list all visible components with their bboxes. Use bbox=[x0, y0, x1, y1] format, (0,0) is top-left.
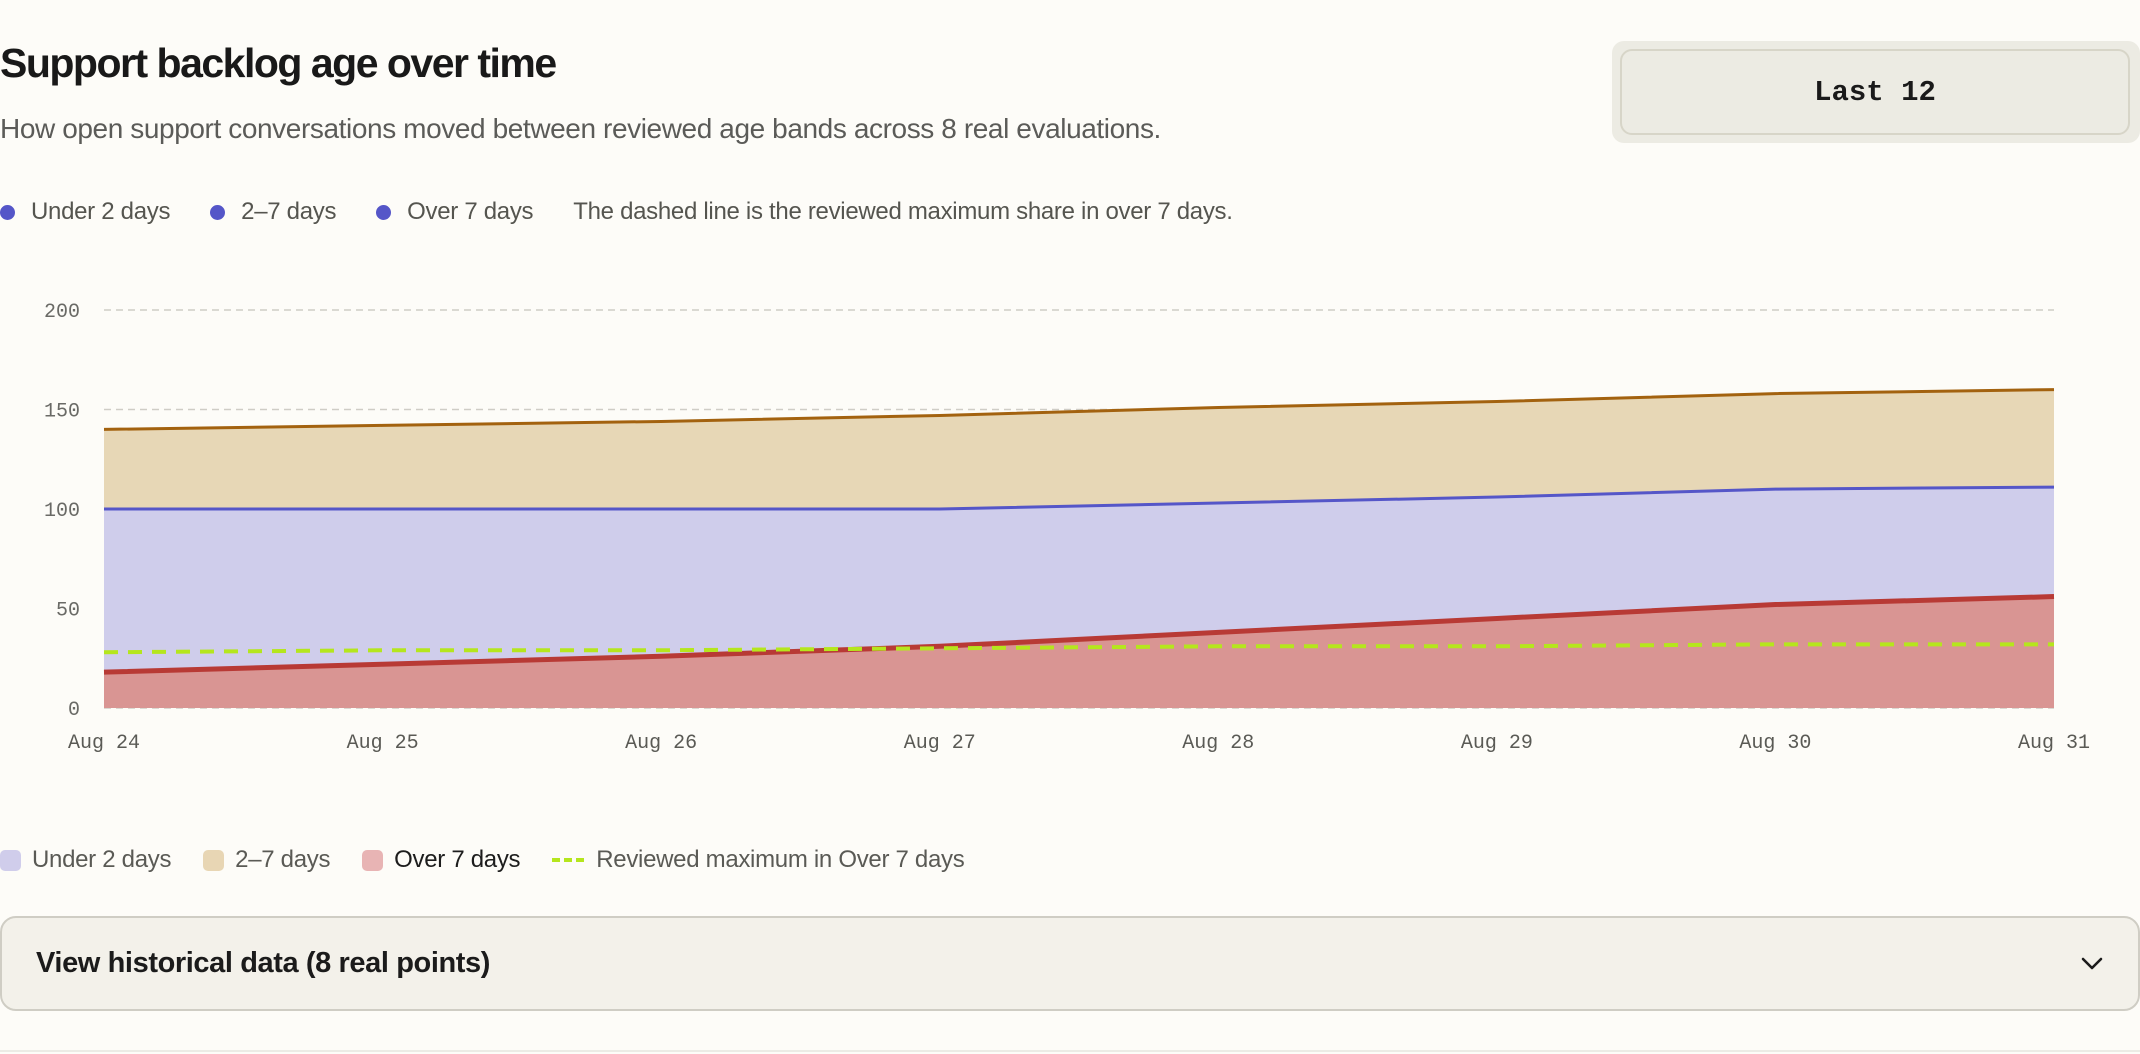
x-tick-label: Aug 24 bbox=[68, 732, 140, 755]
y-tick-label: 100 bbox=[44, 500, 80, 523]
chevron-down-icon bbox=[2080, 952, 2104, 976]
range-button[interactable]: Last 12 bbox=[1620, 49, 2130, 135]
page-title: Support backlog age over time bbox=[0, 40, 557, 86]
legend-dot-icon bbox=[210, 204, 226, 220]
legend-label: Under 2 days bbox=[32, 846, 172, 873]
range-selector: Last 12 bbox=[1612, 41, 2140, 143]
legend-toggle-under-2-days[interactable]: Under 2 days bbox=[0, 846, 171, 874]
x-tick-label: Aug 26 bbox=[625, 732, 697, 755]
legend-toggle-reviewed-maximum[interactable]: Reviewed maximum in Over 7 days bbox=[552, 846, 965, 874]
legend-swatch bbox=[362, 849, 384, 871]
page-subtitle: How open support conversations moved bet… bbox=[0, 113, 1161, 144]
legend-dot-icon bbox=[0, 204, 15, 220]
legend-label: Reviewed maximum in Over 7 days bbox=[596, 846, 965, 873]
top-legend: Under 2 days 2–7 days Over 7 days The da… bbox=[0, 196, 1233, 228]
top-legend-item-under-2-days: Under 2 days bbox=[0, 198, 170, 226]
top-legend-label: 2–7 days bbox=[241, 198, 337, 225]
x-tick-label: Aug 29 bbox=[1461, 732, 1533, 755]
x-tick-label: Aug 31 bbox=[2018, 732, 2090, 755]
legend-toggle-over-7-days[interactable]: Over 7 days bbox=[362, 846, 521, 874]
top-legend-label: Over 7 days bbox=[407, 198, 534, 225]
y-tick-label: 50 bbox=[56, 600, 80, 623]
legend-toggle-2-7-days[interactable]: 2–7 days bbox=[203, 846, 330, 874]
top-legend-item-over-7-days: Over 7 days bbox=[376, 198, 534, 226]
y-tick-label: 200 bbox=[44, 301, 80, 324]
top-legend-item-2-7-days: 2–7 days bbox=[210, 198, 336, 226]
legend-swatch bbox=[0, 849, 21, 871]
stacked-area-chart: 0 50 100 150 200 Aug 24 Aug 25 Aug 26 Aug 27 Aug … bbox=[44, 301, 2090, 755]
legend-note: The dashed line is the reviewed maximum … bbox=[573, 198, 1233, 225]
legend-label: 2–7 days bbox=[235, 846, 331, 873]
divider bbox=[0, 1050, 2140, 1052]
legend-dot-icon bbox=[376, 204, 392, 220]
x-tick-label: Aug 25 bbox=[347, 732, 419, 755]
y-tick-label: 0 bbox=[68, 699, 80, 722]
legend-label: Over 7 days bbox=[394, 846, 521, 873]
historical-data-toggle[interactable]: View historical data (8 real points) bbox=[0, 916, 2140, 1011]
y-tick-label: 150 bbox=[44, 401, 80, 424]
dashed-line-icon bbox=[552, 858, 585, 862]
historical-data-label: View historical data (8 real points) bbox=[36, 947, 491, 979]
x-tick-label: Aug 27 bbox=[904, 732, 976, 755]
bottom-legend: Under 2 days 2–7 days Over 7 days Review… bbox=[0, 843, 996, 877]
x-tick-label: Aug 30 bbox=[1739, 732, 1811, 755]
legend-swatch bbox=[203, 849, 225, 871]
x-tick-label: Aug 28 bbox=[1182, 732, 1254, 755]
top-legend-label: Under 2 days bbox=[31, 198, 171, 225]
